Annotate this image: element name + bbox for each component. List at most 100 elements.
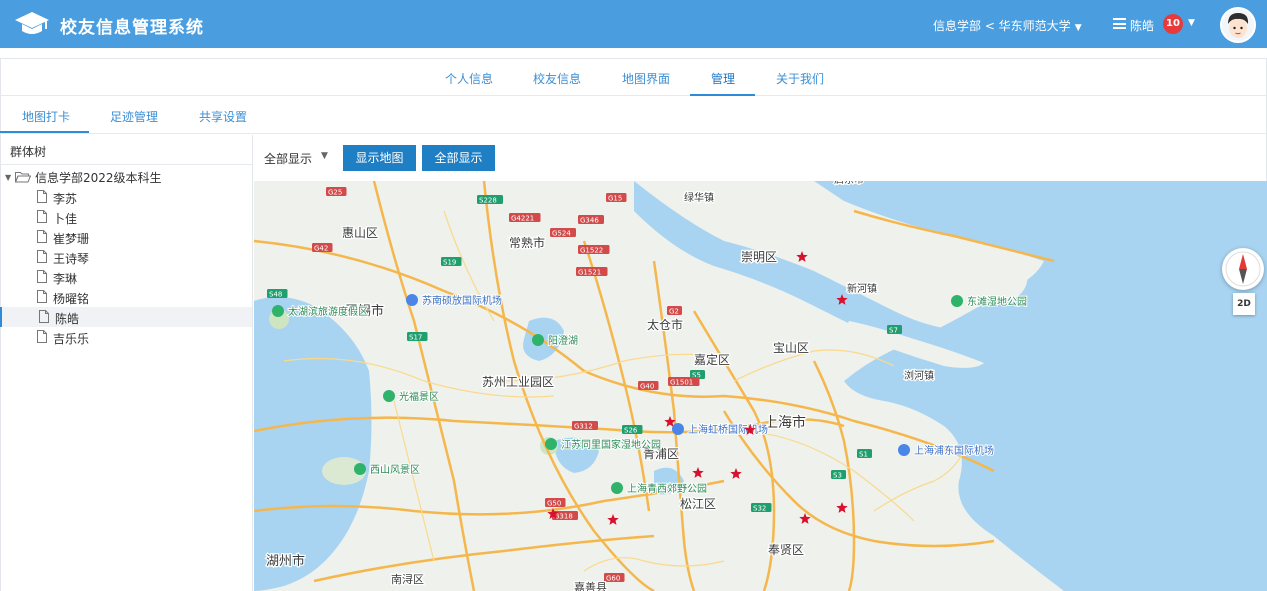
menu-icon[interactable] xyxy=(1113,18,1126,29)
svg-text:G1501: G1501 xyxy=(670,379,693,387)
taihu-lake xyxy=(254,297,372,591)
checkin-marker[interactable] xyxy=(796,251,808,262)
map-poi-label: 上海虹桥国际机场 xyxy=(688,423,768,436)
file-icon xyxy=(37,190,47,203)
show-all-button[interactable]: 全部显示 xyxy=(422,145,495,171)
chevron-down-icon[interactable]: ▼ xyxy=(321,151,328,161)
svg-text:G346: G346 xyxy=(580,217,599,225)
tab-alumni-info[interactable]: 校友信息 xyxy=(533,70,581,87)
map-2d-toggle[interactable]: 2D xyxy=(1233,293,1255,315)
tab-map-checkin[interactable]: 地图打卡 xyxy=(22,108,70,125)
svg-text:G15: G15 xyxy=(608,195,622,203)
map-city-label: 绿华镇 xyxy=(684,191,714,204)
road-shield: S7 xyxy=(887,325,902,335)
tree-item[interactable]: 王诗琴 xyxy=(0,247,252,267)
svg-text:S26: S26 xyxy=(624,427,638,435)
park-icon xyxy=(532,334,544,346)
username[interactable]: 陈皓 xyxy=(1130,17,1154,34)
road-shield: S1 xyxy=(857,449,872,459)
tree-item[interactable]: 吉乐乐 xyxy=(0,327,252,347)
tab-map[interactable]: 地图界面 xyxy=(622,70,670,87)
user-dropdown-icon[interactable]: ▼ xyxy=(1188,18,1195,28)
road-shield: G524 xyxy=(550,228,576,238)
road-shield: G1521 xyxy=(576,267,608,277)
tree-root-node[interactable]: ▼ 信息学部2022级本科生 xyxy=(5,167,162,187)
svg-text:G42: G42 xyxy=(314,245,328,253)
park-icon xyxy=(951,295,963,307)
map-poi[interactable]: 光福景区 xyxy=(383,389,440,404)
tree-item[interactable]: 李苏 xyxy=(0,187,252,207)
map-poi-label: 江苏同里国家湿地公园 xyxy=(561,438,661,451)
tree-item[interactable]: 杨曜铭 xyxy=(0,287,252,307)
sub-nav: 地图打卡 足迹管理 共享设置 xyxy=(0,96,1267,134)
display-filter-select[interactable]: 全部显示 xyxy=(264,150,312,167)
notification-badge[interactable]: 10 xyxy=(1163,14,1183,34)
map-poi-label: 苏南硕放国际机场 xyxy=(422,294,502,307)
tab-share-settings[interactable]: 共享设置 xyxy=(199,108,247,125)
road-shield: G60 xyxy=(604,573,625,583)
tree-item[interactable]: 卜佳 xyxy=(0,207,252,227)
park-icon xyxy=(383,390,395,402)
chevron-down-icon: ▼ xyxy=(1074,23,1082,33)
map-city-label: 浏河镇 xyxy=(904,369,934,382)
tab-about-us[interactable]: 关于我们 xyxy=(776,70,824,87)
file-icon xyxy=(37,210,47,223)
checkin-marker[interactable] xyxy=(607,514,619,525)
avatar[interactable] xyxy=(1220,7,1256,43)
active-subtab-indicator xyxy=(0,131,89,133)
tree-item-label: 杨曜铭 xyxy=(53,292,90,306)
svg-text:G25: G25 xyxy=(328,189,342,197)
file-icon xyxy=(37,230,47,243)
svg-text:S228: S228 xyxy=(479,197,497,205)
map-city-label: 嘉善县 xyxy=(574,580,607,591)
airport-icon xyxy=(898,444,910,456)
svg-text:G40: G40 xyxy=(640,383,654,391)
file-icon xyxy=(39,310,49,323)
tree-item[interactable]: 李琳 xyxy=(0,267,252,287)
svg-text:G60: G60 xyxy=(606,575,620,583)
checkin-marker[interactable] xyxy=(836,502,848,513)
tree-item-label: 陈皓 xyxy=(55,312,80,326)
map-poi[interactable]: 东滩湿地公园 xyxy=(951,294,1028,309)
map-poi[interactable]: 上海青西郊野公园 xyxy=(611,481,708,496)
main-nav: 个人信息 校友信息 地图界面 管理 关于我们 xyxy=(0,58,1267,96)
svg-text:S7: S7 xyxy=(889,327,898,335)
road-shield: G1501 xyxy=(668,377,700,387)
file-icon xyxy=(37,330,47,343)
tree-item[interactable]: 陈皓 xyxy=(0,307,252,327)
road-shield: G346 xyxy=(578,215,604,225)
map-city-label: 惠山区 xyxy=(342,226,378,240)
tab-footprint-manage[interactable]: 足迹管理 xyxy=(110,108,158,125)
map-city-label: 新河镇 xyxy=(847,282,877,295)
svg-text:G2: G2 xyxy=(669,308,679,316)
checkin-marker[interactable] xyxy=(692,467,704,478)
checkin-marker[interactable] xyxy=(730,468,742,479)
tab-personal-info[interactable]: 个人信息 xyxy=(445,70,493,87)
folder-open-icon xyxy=(15,172,31,183)
map-poi-label: 上海浦东国际机场 xyxy=(914,444,994,457)
map-city-label: 奉贤区 xyxy=(768,543,804,557)
tab-manage[interactable]: 管理 xyxy=(711,70,735,87)
map-view[interactable]: G25 G15 S228 G4221 G524 G346 G42 G312 S19 G1522 G1… xyxy=(254,181,1267,591)
show-map-button[interactable]: 显示地图 xyxy=(343,145,416,171)
road-shield: G15 xyxy=(606,193,627,203)
org-selector[interactable]: 信息学部 < 华东师范大学 ▼ xyxy=(933,17,1082,34)
map-poi[interactable]: 江苏同里国家湿地公园 xyxy=(545,437,662,452)
tree-item[interactable]: 崔梦珊 xyxy=(0,227,252,247)
park-icon xyxy=(611,482,623,494)
caret-down-icon[interactable]: ▼ xyxy=(5,173,15,182)
map-city-label: 上海市 xyxy=(764,414,806,431)
map-poi[interactable]: 阳澄湖 xyxy=(532,333,579,348)
map-canvas[interactable]: G25 G15 S228 G4221 G524 G346 G42 G312 S19 G1522 G1… xyxy=(254,181,1267,591)
park-icon xyxy=(272,305,284,317)
road-shield: S26 xyxy=(622,425,643,435)
map-city-label: 松江区 xyxy=(680,497,716,511)
svg-text:S19: S19 xyxy=(443,259,456,267)
map-poi-label: 光福景区 xyxy=(399,390,439,403)
compass-control[interactable] xyxy=(1222,248,1264,290)
map-poi[interactable]: 苏南硕放国际机场 xyxy=(406,293,503,308)
map-poi[interactable]: 上海浦东国际机场 xyxy=(898,443,995,458)
park-icon xyxy=(354,463,366,475)
airport-icon xyxy=(406,294,418,306)
road-shield: G4221 xyxy=(509,213,541,223)
